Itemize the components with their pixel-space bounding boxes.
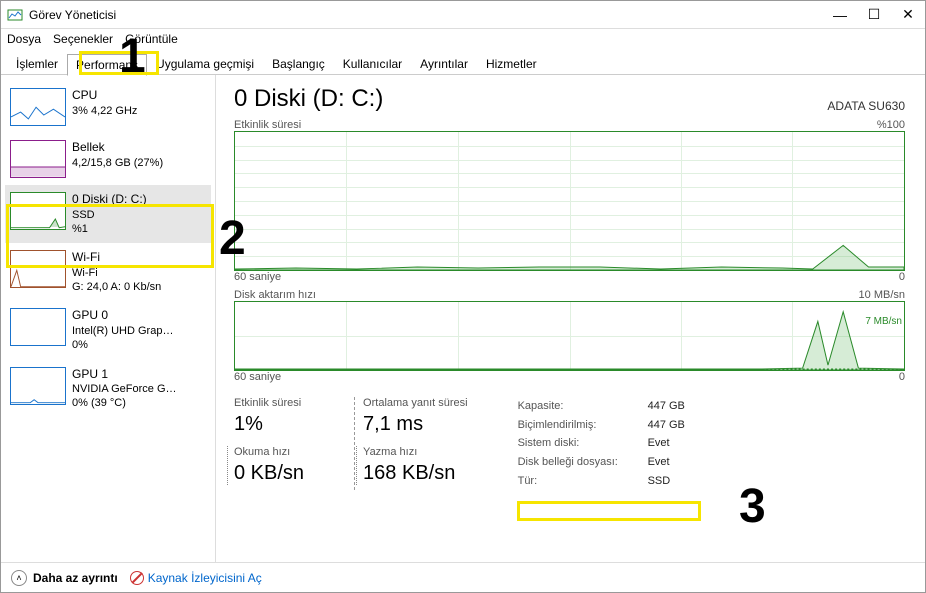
footer-bar: ˄ Daha az ayrıntı Kaynak İzleyicisini Aç	[1, 562, 925, 592]
prop-type-val: SSD	[648, 472, 671, 491]
stat-properties: Kapasite:447 GB Biçimlendirilmiş:447 GB …	[518, 397, 685, 490]
tab-startup[interactable]: Başlangıç	[263, 53, 334, 74]
prop-pagefile-key: Disk belleği dosyası:	[518, 453, 648, 472]
tab-app-history[interactable]: Uygulama geçmişi	[147, 53, 263, 74]
sidebar: CPU 3% 4,22 GHz Bellek 4,2/15,8 GB (27%)…	[1, 75, 216, 562]
activity-chart	[234, 131, 905, 271]
wifi-title: Wi-Fi	[72, 250, 161, 266]
close-button[interactable]: ✕	[891, 1, 925, 29]
stat-activity-value: 1%	[234, 413, 304, 436]
gpu1-sub1: NVIDIA GeForce G…	[72, 382, 177, 396]
stat-avgresp-value: 7,1 ms	[363, 413, 468, 436]
wifi-sub1: Wi-Fi	[72, 266, 161, 280]
throughput-chart-xleft: 60 saniye	[234, 371, 281, 383]
prop-type-key: Tür:	[518, 472, 648, 491]
sidebar-item-gpu0[interactable]: GPU 0 Intel(R) UHD Grap… 0%	[5, 301, 211, 359]
gpu0-sub2: 0%	[72, 338, 173, 352]
tab-processes[interactable]: İşlemler	[7, 53, 67, 74]
gpu1-sub2: 0% (39 °C)	[72, 396, 177, 410]
activity-chart-label: Etkinlik süresi	[234, 119, 301, 131]
throughput-chart-max: 10 MB/sn	[859, 289, 905, 301]
disk-model: ADATA SU630	[827, 99, 905, 113]
prop-pagefile-val: Evet	[648, 453, 670, 472]
sidebar-item-cpu[interactable]: CPU 3% 4,22 GHz	[5, 81, 211, 133]
prop-capacity-key: Kapasite:	[518, 397, 648, 416]
maximize-button[interactable]: ☐	[857, 1, 891, 29]
fewer-details-button[interactable]: ˄ Daha az ayrıntı	[11, 570, 118, 586]
tab-services[interactable]: Hizmetler	[477, 53, 546, 74]
main-panel: 0 Diski (D: C:) ADATA SU630 Etkinlik sür…	[216, 75, 925, 562]
disk-sub1: SSD	[72, 208, 147, 222]
activity-chart-block: Etkinlik süresi %100 60 saniye 0	[234, 119, 905, 283]
app-icon	[7, 7, 23, 23]
disk-thumb-icon	[10, 192, 66, 230]
activity-chart-max: %100	[877, 119, 905, 131]
chevron-up-icon: ˄	[11, 570, 27, 586]
stat-read-value: 0 KB/sn	[234, 462, 304, 485]
throughput-chart-min: 0	[899, 371, 905, 383]
memory-sub: 4,2/15,8 GB (27%)	[72, 156, 163, 170]
stat-avgresp-label: Ortalama yanıt süresi	[363, 397, 468, 409]
window-controls: — ☐ ✕	[823, 1, 925, 29]
prop-formatted-val: 447 GB	[648, 416, 685, 435]
menu-file[interactable]: Dosya	[7, 32, 41, 46]
minimize-button[interactable]: —	[823, 1, 857, 29]
sidebar-item-disk[interactable]: 0 Diski (D: C:) SSD %1	[5, 185, 211, 243]
wifi-sub2: G: 24,0 A: 0 Kb/sn	[72, 280, 161, 294]
activity-chart-min: 0	[899, 271, 905, 283]
gpu1-thumb-icon	[10, 367, 66, 405]
sidebar-item-gpu1[interactable]: GPU 1 NVIDIA GeForce G… 0% (39 °C)	[5, 360, 211, 418]
disk-title: 0 Diski (D: C:)	[72, 192, 147, 208]
wifi-thumb-icon	[10, 250, 66, 288]
annotation-number-2: 2	[219, 211, 246, 266]
stat-activity: Etkinlik süresi 1% Okuma hızı 0 KB/sn	[234, 397, 304, 490]
menu-options[interactable]: Seçenekler	[53, 32, 113, 46]
prop-capacity-val: 447 GB	[648, 397, 685, 416]
cpu-thumb-icon	[10, 88, 66, 126]
stat-read-label: Okuma hızı	[234, 446, 304, 458]
cpu-title: CPU	[72, 88, 137, 104]
throughput-chart: 7 MB/sn	[234, 301, 905, 371]
stat-response: Ortalama yanıt süresi 7,1 ms Yazma hızı …	[354, 397, 468, 490]
gpu0-title: GPU 0	[72, 308, 173, 324]
throughput-chart-block: Disk aktarım hızı 10 MB/sn 7 MB/sn 60 sa…	[234, 289, 905, 383]
memory-title: Bellek	[72, 140, 163, 156]
gpu0-sub1: Intel(R) UHD Grap…	[72, 324, 173, 338]
prop-sysdisk-key: Sistem diski:	[518, 434, 648, 453]
window-title: Görev Yöneticisi	[29, 8, 116, 22]
throughput-chart-label: Disk aktarım hızı	[234, 289, 316, 301]
title-bar: Görev Yöneticisi — ☐ ✕	[1, 1, 925, 29]
annotation-number-3: 3	[739, 479, 766, 534]
memory-thumb-icon	[10, 140, 66, 178]
stats-row: Etkinlik süresi 1% Okuma hızı 0 KB/sn Or…	[234, 397, 905, 490]
disk-sub2: %1	[72, 222, 147, 236]
open-resource-monitor-link[interactable]: Kaynak İzleyicisini Aç	[130, 571, 262, 585]
stat-write-value: 168 KB/sn	[363, 462, 468, 485]
tab-details[interactable]: Ayrıntılar	[411, 53, 477, 74]
gpu0-thumb-icon	[10, 308, 66, 346]
stat-write-label: Yazma hızı	[363, 446, 468, 458]
page-title: 0 Diski (D: C:)	[234, 85, 383, 113]
prop-formatted-key: Biçimlendirilmiş:	[518, 416, 648, 435]
fewer-details-label: Daha az ayrıntı	[33, 571, 118, 585]
prop-sysdisk-val: Evet	[648, 434, 670, 453]
gpu1-title: GPU 1	[72, 367, 177, 383]
resource-monitor-icon	[130, 571, 144, 585]
content-area: CPU 3% 4,22 GHz Bellek 4,2/15,8 GB (27%)…	[1, 75, 925, 562]
activity-chart-xleft: 60 saniye	[234, 271, 281, 283]
stat-activity-label: Etkinlik süresi	[234, 397, 304, 409]
cpu-sub: 3% 4,22 GHz	[72, 104, 137, 118]
sidebar-item-wifi[interactable]: Wi-Fi Wi-Fi G: 24,0 A: 0 Kb/sn	[5, 243, 211, 301]
annotation-number-1: 1	[119, 29, 146, 84]
resmon-label: Kaynak İzleyicisini Aç	[148, 571, 262, 585]
tab-users[interactable]: Kullanıcılar	[334, 53, 411, 74]
sidebar-item-memory[interactable]: Bellek 4,2/15,8 GB (27%)	[5, 133, 211, 185]
